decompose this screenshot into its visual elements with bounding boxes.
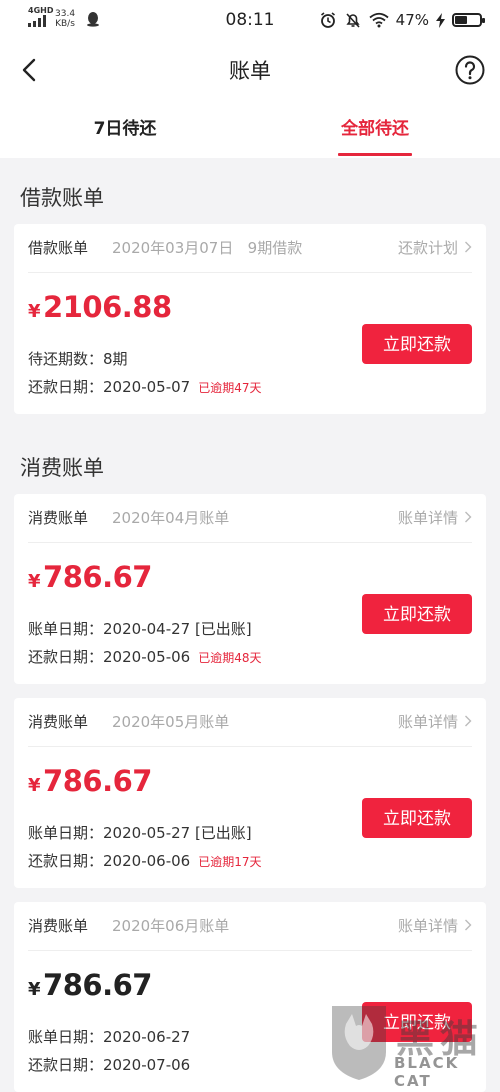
repay-now-button[interactable]: 立即还款 xyxy=(362,594,472,634)
currency-symbol: ¥ xyxy=(28,979,41,1000)
card-header: 借款账单 2020年03月07日 9期借款 还款计划 xyxy=(28,224,472,273)
overdue-badge: 已逾期48天 xyxy=(198,651,262,665)
card-header: 消费账单 2020年06月账单 账单详情 xyxy=(28,902,472,951)
due-value: 2020-05-06 xyxy=(103,648,191,666)
section-title-loan: 借款账单 xyxy=(20,186,104,210)
bill-date-label: 账单日期： xyxy=(28,824,104,842)
amount-value: 786.67 xyxy=(43,764,152,798)
bill-amount: ¥786.67 xyxy=(28,968,152,1002)
loan-term: 9期借款 xyxy=(247,239,303,257)
amount-value: 786.67 xyxy=(43,560,152,594)
amount-value: 786.67 xyxy=(43,968,152,1002)
loan-amount: ¥2106.88 xyxy=(28,290,172,324)
repay-date: 还款日期：2020-07-06 xyxy=(28,1054,190,1075)
due-label: 还款日期： xyxy=(28,1056,104,1074)
chevron-right-icon xyxy=(465,241,472,253)
overdue-badge: 已逾期17天 xyxy=(198,855,262,869)
currency-symbol: ¥ xyxy=(28,571,41,592)
currency-symbol: ¥ xyxy=(28,301,41,322)
loan-bill-card[interactable]: 借款账单 2020年03月07日 9期借款 还款计划 ¥2106.88 待还期数… xyxy=(14,224,486,414)
bill-tabs: 7日待还 全部待还 xyxy=(0,100,500,158)
tab-7-day-due[interactable]: 7日待还 xyxy=(0,114,250,139)
tab-all-due[interactable]: 全部待还 xyxy=(250,114,500,139)
bill-date-value: 2020-06-27 xyxy=(103,1028,191,1046)
bill-month: 2020年05月账单 xyxy=(112,713,230,731)
periods-label: 待还期数： xyxy=(28,350,104,368)
bill-amount: ¥786.67 xyxy=(28,764,152,798)
bill-date: 账单日期：2020-06-27 xyxy=(28,1026,190,1047)
bill-date-label: 账单日期： xyxy=(28,1028,104,1046)
section-title-consume: 消费账单 xyxy=(20,456,104,480)
chevron-right-icon xyxy=(465,511,472,523)
repay-now-button[interactable]: 立即还款 xyxy=(362,324,472,364)
app-header: 账单 xyxy=(0,40,500,100)
amount-value: 2106.88 xyxy=(43,290,172,324)
bill-date: 账单日期：2020-05-27 [已出账] xyxy=(28,822,252,843)
pending-periods: 待还期数：8期 xyxy=(28,348,128,369)
card-header: 消费账单 2020年05月账单 账单详情 xyxy=(28,698,472,747)
alarm-icon xyxy=(320,12,335,28)
bill-detail-link[interactable]: 账单详情 xyxy=(398,507,458,528)
bill-type: 借款账单 xyxy=(28,239,89,257)
periods-value: 8期 xyxy=(103,350,128,368)
status-bar: 4GHD 33.4 KB/s 08:11 47% xyxy=(0,0,500,40)
chevron-right-icon xyxy=(465,715,472,727)
repay-date: 还款日期：2020-06-06 已逾期17天 xyxy=(28,850,261,871)
wifi-icon xyxy=(369,12,389,28)
bill-month: 2020年06月账单 xyxy=(112,917,230,935)
cat-shield-icon xyxy=(332,1006,386,1080)
active-tab-indicator xyxy=(338,153,412,156)
consume-bill-card[interactable]: 消费账单 2020年05月账单 账单详情 ¥786.67 账单日期：2020-0… xyxy=(14,698,486,888)
bill-date-value: 2020-05-27 [已出账] xyxy=(103,824,252,842)
bill-type: 消费账单 xyxy=(28,713,89,731)
black-cat-watermark: 黑猫 BLACK CAT xyxy=(328,1002,490,1090)
battery-icon xyxy=(452,13,485,27)
loan-date-term: 2020年03月07日 9期借款 xyxy=(112,237,302,258)
bill-amount: ¥786.67 xyxy=(28,560,152,594)
bill-type: 消费账单 xyxy=(28,509,89,527)
repay-now-button[interactable]: 立即还款 xyxy=(362,798,472,838)
page-title: 账单 xyxy=(229,59,271,83)
loan-date: 2020年03月07日 xyxy=(112,239,234,257)
chevron-right-icon xyxy=(465,919,472,931)
charging-bolt-icon xyxy=(436,12,445,28)
bill-date: 账单日期：2020-04-27 [已出账] xyxy=(28,618,252,639)
status-icons: 47% xyxy=(319,9,485,31)
bill-date-value: 2020-04-27 [已出账] xyxy=(103,620,252,638)
due-value: 2020-07-06 xyxy=(103,1056,191,1074)
repayment-plan-link[interactable]: 还款计划 xyxy=(398,237,458,258)
currency-symbol: ¥ xyxy=(28,775,41,796)
due-label: 还款日期： xyxy=(28,852,104,870)
consume-bill-card[interactable]: 消费账单 2020年04月账单 账单详情 ¥786.67 账单日期：2020-0… xyxy=(14,494,486,684)
overdue-badge: 已逾期47天 xyxy=(198,381,262,395)
card-header: 消费账单 2020年04月账单 账单详情 xyxy=(28,494,472,543)
due-label: 还款日期： xyxy=(28,648,104,666)
due-value: 2020-05-07 xyxy=(103,378,191,396)
mute-bell-icon xyxy=(346,13,360,28)
bill-detail-link[interactable]: 账单详情 xyxy=(398,915,458,936)
bill-detail-link[interactable]: 账单详情 xyxy=(398,711,458,732)
repay-date: 还款日期：2020-05-07 已逾期47天 xyxy=(28,376,261,397)
question-circle-icon[interactable] xyxy=(454,54,486,86)
bill-month: 2020年04月账单 xyxy=(112,509,230,527)
battery-percent: 47% xyxy=(395,11,429,29)
bill-date-label: 账单日期： xyxy=(28,620,104,638)
due-label: 还款日期： xyxy=(28,378,104,396)
bill-type: 消费账单 xyxy=(28,917,89,935)
due-value: 2020-06-06 xyxy=(103,852,191,870)
watermark-text-en: BLACK CAT xyxy=(394,1054,460,1090)
repay-date: 还款日期：2020-05-06 已逾期48天 xyxy=(28,646,261,667)
